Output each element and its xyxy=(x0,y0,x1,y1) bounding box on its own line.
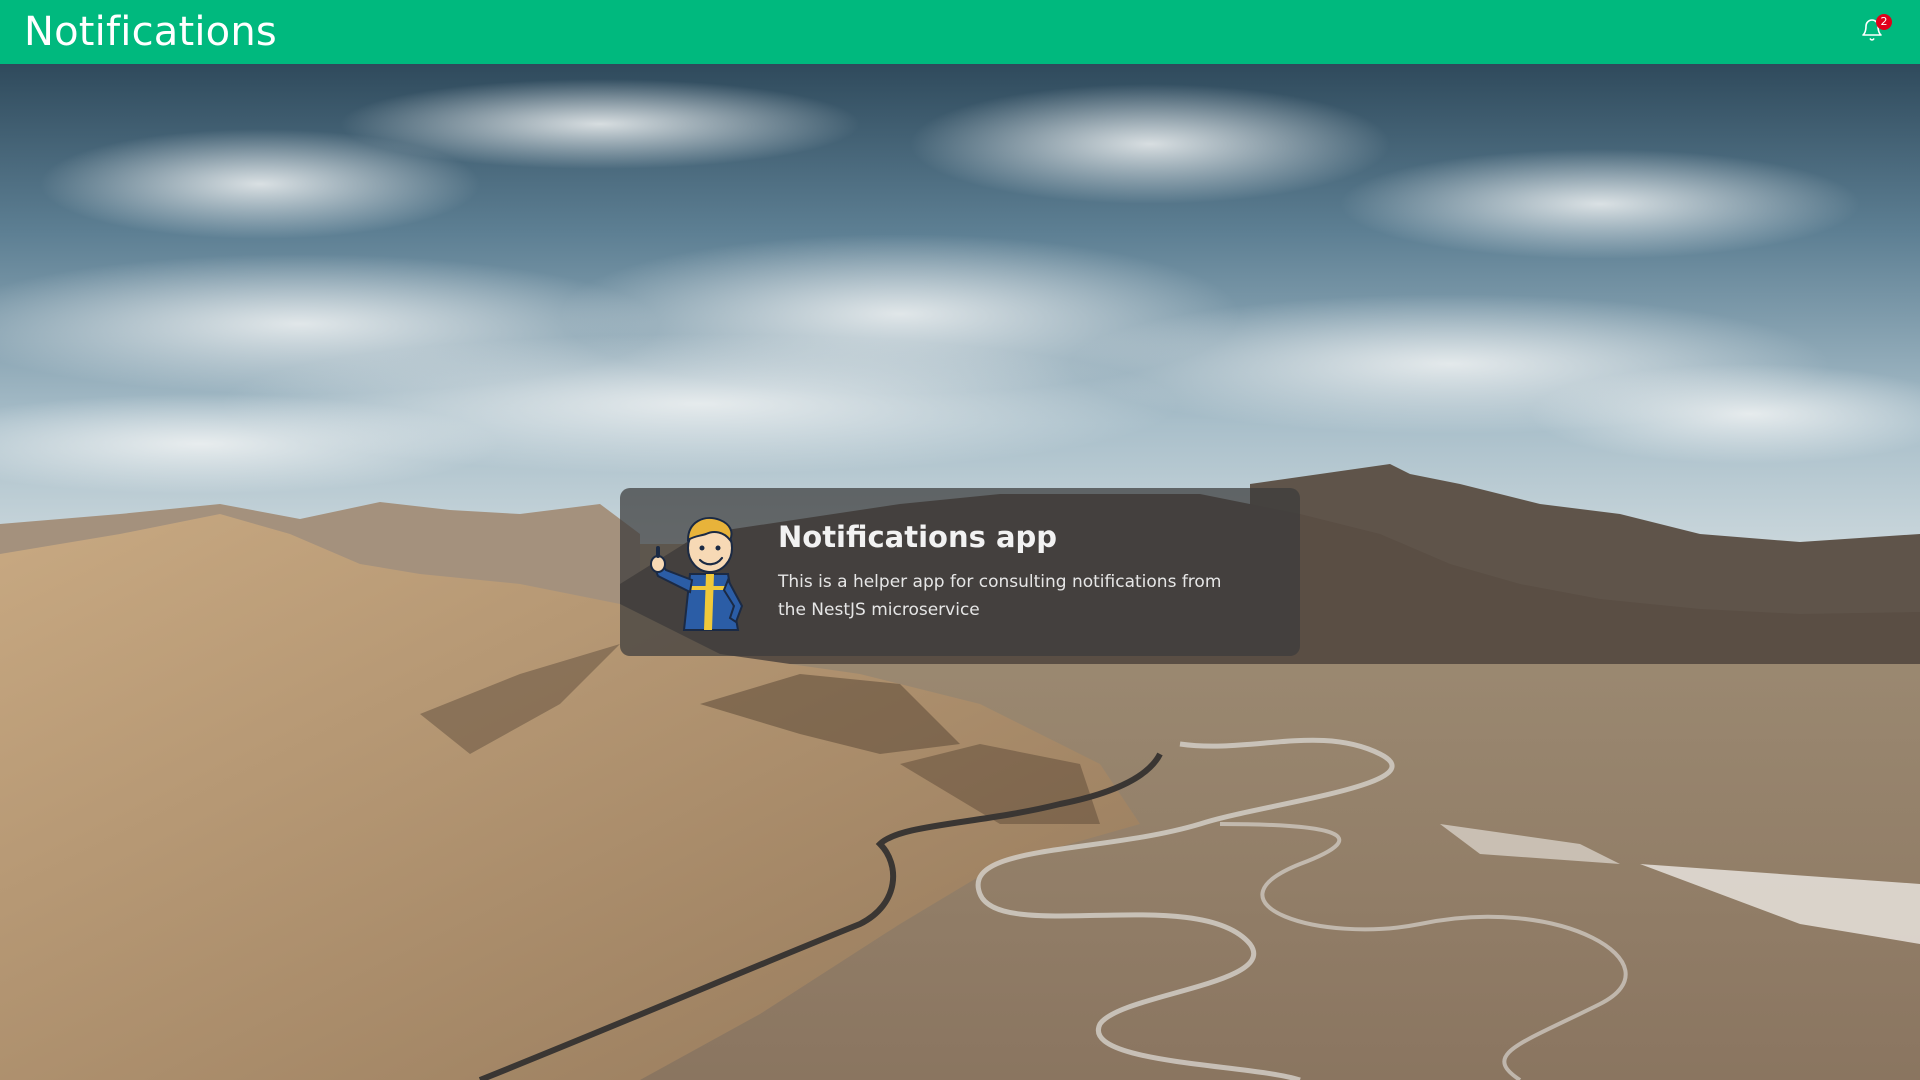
app-bar: Notifications 2 xyxy=(0,0,1920,64)
vault-boy-mascot xyxy=(644,510,762,634)
notification-count-badge: 2 xyxy=(1876,14,1892,30)
card-text-block: Notifications app This is a helper app f… xyxy=(778,520,1248,624)
card-title: Notifications app xyxy=(778,520,1058,554)
info-card: Notifications app This is a helper app f… xyxy=(620,488,1300,656)
page-title: Notifications xyxy=(24,9,277,55)
card-description: This is a helper app for consulting noti… xyxy=(778,572,1222,620)
notifications-button[interactable]: 2 xyxy=(1852,12,1892,52)
